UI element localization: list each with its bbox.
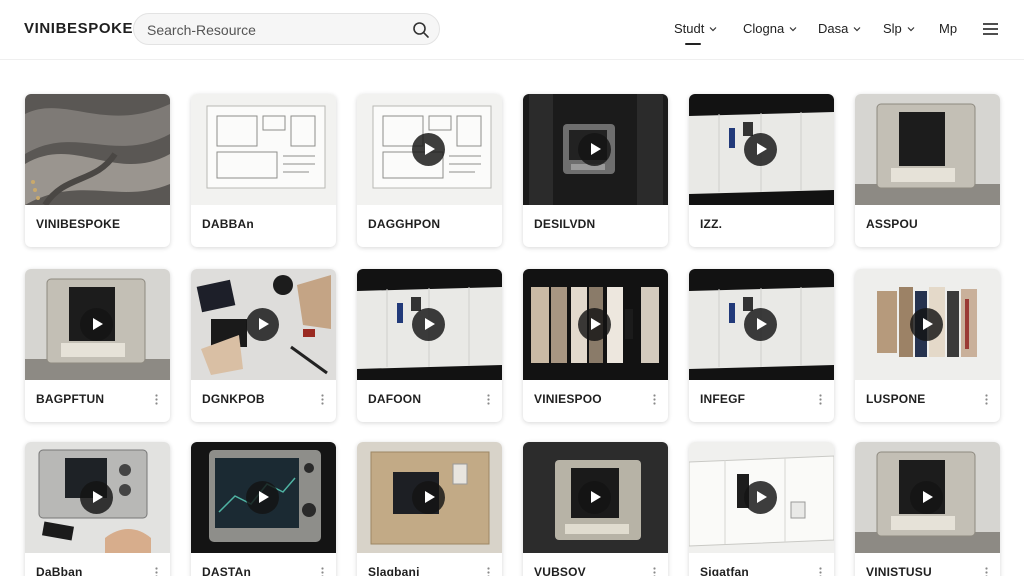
play-icon[interactable]	[578, 133, 611, 166]
nav-item-clogna[interactable]: Clogna	[743, 21, 797, 36]
resource-card[interactable]: DESILVDN	[523, 94, 668, 247]
more-options-icon[interactable]	[653, 567, 656, 576]
play-icon[interactable]	[744, 481, 777, 514]
nav-item-mp[interactable]: Mp	[939, 21, 957, 36]
resource-card[interactable]: DASTAn	[191, 442, 336, 576]
nav-item-studt[interactable]: Studt	[674, 21, 717, 36]
resource-card[interactable]: VINIESPOO	[523, 269, 668, 422]
active-nav-indicator	[685, 43, 701, 45]
resource-title: VINISTUSU	[866, 565, 932, 576]
hamburger-menu-icon[interactable]	[982, 22, 999, 36]
resource-card[interactable]: BAGPFTUN	[25, 269, 170, 422]
more-options-icon[interactable]	[985, 567, 988, 576]
nav-item-label: Slp	[883, 21, 902, 36]
resource-card[interactable]: VUBSOV	[523, 442, 668, 576]
resource-thumbnail[interactable]	[855, 94, 1000, 205]
resource-title: Sigatfan	[700, 565, 749, 576]
nav-item-dasa[interactable]: Dasa	[818, 21, 861, 36]
nav-item-label: Mp	[939, 21, 958, 36]
resource-card[interactable]: IZZ.	[689, 94, 834, 247]
nav-item-slp[interactable]: Slp	[883, 21, 915, 36]
search-input[interactable]: Search-Resource	[147, 22, 256, 38]
more-options-icon[interactable]	[155, 394, 158, 405]
play-icon[interactable]	[246, 308, 279, 341]
resource-title: BAGPFTUN	[36, 392, 105, 406]
play-icon[interactable]	[412, 481, 445, 514]
play-icon[interactable]	[412, 308, 445, 341]
chevron-down-icon	[907, 26, 915, 31]
nav-item-label: Studt	[674, 21, 705, 36]
resource-title: DAFOON	[368, 392, 422, 406]
resource-card[interactable]: LUSPONE	[855, 269, 1000, 422]
resource-title: DaBban	[36, 565, 83, 576]
more-options-icon[interactable]	[487, 567, 490, 576]
play-icon[interactable]	[578, 481, 611, 514]
resource-card[interactable]: Slagbani	[357, 442, 502, 576]
resource-title: VINIBESPOKE	[36, 217, 121, 231]
play-icon[interactable]	[910, 308, 943, 341]
resource-card[interactable]: DaBban	[25, 442, 170, 576]
play-icon[interactable]	[578, 308, 611, 341]
top-header: VINIBESPOKE Search-Resource Studt Clogna…	[0, 0, 1024, 60]
resource-title: ASSPOU	[866, 217, 918, 231]
more-options-icon[interactable]	[653, 394, 656, 405]
resource-title: DESILVDN	[534, 217, 596, 231]
chevron-down-icon	[709, 26, 717, 31]
resource-title: DABBAn	[202, 217, 254, 231]
resource-thumbnail[interactable]	[25, 94, 170, 205]
play-icon[interactable]	[744, 308, 777, 341]
play-icon[interactable]	[412, 133, 445, 166]
resource-card[interactable]: ASSPOU	[855, 94, 1000, 247]
resource-title: DAGGHPON	[368, 217, 441, 231]
resource-title: Slagbani	[368, 565, 420, 576]
resource-title: DASTAn	[202, 565, 251, 576]
play-icon[interactable]	[80, 481, 113, 514]
resource-title: DGNKPOB	[202, 392, 265, 406]
resource-card[interactable]: DABBAn	[191, 94, 336, 247]
more-options-icon[interactable]	[985, 394, 988, 405]
resource-card[interactable]: VINIBESPOKE	[25, 94, 170, 247]
resource-title: LUSPONE	[866, 392, 926, 406]
chevron-down-icon	[789, 26, 797, 31]
resource-title: IZZ.	[700, 217, 723, 231]
more-options-icon[interactable]	[321, 567, 324, 576]
more-options-icon[interactable]	[819, 394, 822, 405]
play-icon[interactable]	[744, 133, 777, 166]
play-icon[interactable]	[910, 481, 943, 514]
play-icon[interactable]	[80, 308, 113, 341]
resource-card[interactable]: DAGGHPON	[357, 94, 502, 247]
nav-item-label: Dasa	[818, 21, 849, 36]
more-options-icon[interactable]	[487, 394, 490, 405]
resource-title: VUBSOV	[534, 565, 586, 576]
search-bar[interactable]: Search-Resource	[133, 13, 440, 45]
play-icon[interactable]	[246, 481, 279, 514]
resource-card[interactable]: DGNKPOB	[191, 269, 336, 422]
resource-card[interactable]: INFEGF	[689, 269, 834, 422]
resource-card[interactable]: Sigatfan	[689, 442, 834, 576]
resource-title: INFEGF	[700, 392, 746, 406]
brand-logo[interactable]: VINIBESPOKE	[24, 20, 133, 37]
resource-card[interactable]: VINISTUSU	[855, 442, 1000, 576]
resource-thumbnail[interactable]	[191, 94, 336, 205]
more-options-icon[interactable]	[155, 567, 158, 576]
nav-item-label: Clogna	[743, 21, 785, 36]
search-icon[interactable]	[412, 21, 430, 39]
resource-card[interactable]: DAFOON	[357, 269, 502, 422]
more-options-icon[interactable]	[819, 567, 822, 576]
more-options-icon[interactable]	[321, 394, 324, 405]
resource-title: VINIESPOO	[534, 392, 602, 406]
chevron-down-icon	[853, 26, 861, 31]
